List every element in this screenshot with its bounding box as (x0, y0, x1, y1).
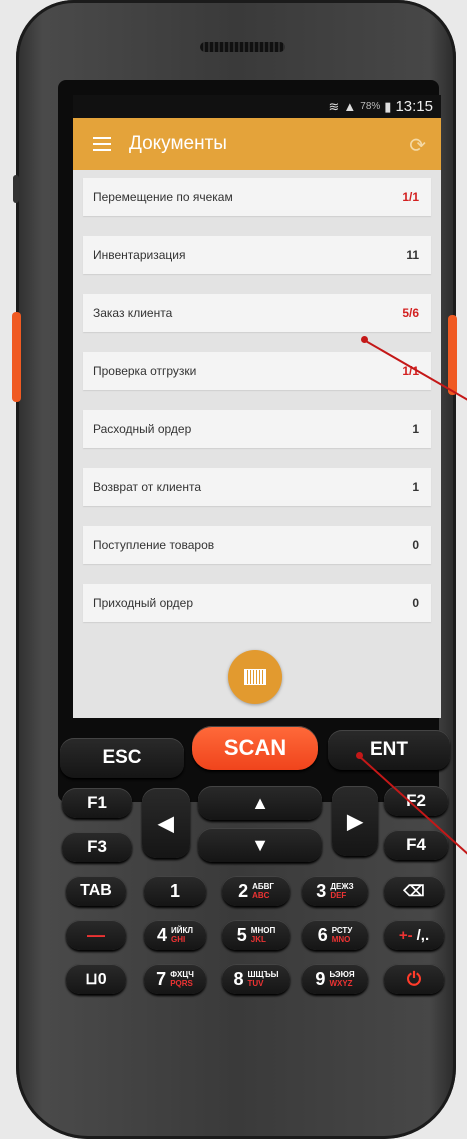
side-button-left-top[interactable] (13, 175, 19, 203)
list-item[interactable]: Возврат от клиента 1 (83, 468, 431, 506)
document-count: 11 (406, 248, 419, 262)
list-item[interactable]: Приходный ордер 0 (83, 584, 431, 622)
list-item[interactable]: Поступление товаров 0 (83, 526, 431, 564)
key-2[interactable]: 2 АБВГ ABC (222, 876, 290, 906)
document-count: 0 (412, 538, 419, 552)
key-6-cyrillic: РСТУ (331, 926, 353, 935)
document-label: Поступление товаров (93, 538, 215, 552)
punct-label: /,. (416, 926, 430, 944)
document-label: Возврат от клиента (93, 480, 201, 494)
key-2-latin: ABC (252, 891, 270, 900)
document-count: 0 (412, 596, 419, 610)
document-count: 1 (412, 480, 419, 494)
key-7[interactable]: 7 ФХЦЧ PQRS (144, 964, 206, 994)
key-4-latin: GHI (171, 935, 186, 944)
ent-key[interactable]: ENT (328, 730, 450, 770)
document-count: 1 (412, 422, 419, 436)
plusminus-label: +- (398, 926, 413, 944)
barcode-icon (244, 669, 266, 685)
document-label: Перемещение по ячекам (93, 190, 233, 204)
key-8[interactable]: 8 ШЩЪЫ TUV (222, 964, 290, 994)
esc-key[interactable]: ESC (60, 738, 184, 778)
document-label: Заказ клиента (93, 306, 173, 320)
right-arrow-key[interactable]: ▶ (332, 786, 378, 856)
up-arrow-key[interactable]: ▲ (198, 786, 322, 820)
key-5[interactable]: 5 МНОП JKL (222, 920, 290, 950)
page-title: Документы (129, 133, 227, 154)
key-5-cyrillic: МНОП (250, 926, 276, 935)
key-7-cyrillic: ФХЦЧ (170, 970, 194, 979)
clock: 13:15 (395, 98, 433, 115)
f3-key[interactable]: F3 (62, 832, 132, 862)
key-2-cyrillic: АБВГ (252, 882, 274, 891)
key-9-digit: 9 (315, 968, 326, 989)
scan-key[interactable]: SCAN (192, 726, 318, 770)
battery-icon: ▮ (384, 98, 392, 114)
f1-key[interactable]: F1 (62, 788, 132, 818)
power-key[interactable]: ⏻ (384, 964, 444, 994)
document-count: 1/1 (402, 190, 419, 204)
key-6-digit: 6 (317, 924, 328, 945)
list-item[interactable]: Заказ клиента 5/6 (83, 294, 431, 332)
document-label: Приходный ордер (93, 596, 193, 610)
key-0[interactable]: ⊔0 (66, 964, 126, 994)
key-6[interactable]: 6 РСТУ MNO (302, 920, 368, 950)
side-button-left-orange[interactable] (12, 312, 21, 402)
list-item[interactable]: Перемещение по ячекам 1/1 (83, 178, 431, 216)
key-3-digit: 3 (316, 880, 327, 901)
minus-key[interactable]: — (66, 920, 126, 950)
document-list: Перемещение по ячекам 1/1 Инвентаризация 1… (73, 170, 441, 622)
document-label: Проверка отгрузки (93, 364, 197, 378)
key-8-cyrillic: ШЩЪЫ (247, 970, 279, 979)
document-label: Расходный ордер (93, 422, 192, 436)
key-9-cyrillic: ЬЭЮЯ (329, 970, 355, 979)
left-arrow-key[interactable]: ◀ (142, 788, 190, 858)
down-arrow-key[interactable]: ▼ (198, 828, 322, 862)
key-4-cyrillic: ИЙКЛ (171, 926, 193, 935)
key-7-latin: PQRS (170, 979, 193, 988)
wifi-icon: ≋ (328, 98, 340, 114)
app-bar: Документы ⟳ (73, 118, 441, 170)
list-item[interactable]: Инвентаризация 11 (83, 236, 431, 274)
menu-icon[interactable] (93, 137, 111, 151)
sync-icon[interactable]: ⟳ (409, 133, 426, 158)
f4-key[interactable]: F4 (384, 830, 448, 860)
key-5-latin: JKL (250, 935, 266, 944)
key-9[interactable]: 9 ЬЭЮЯ WXYZ (302, 964, 368, 994)
battery-percent: 78% (360, 101, 381, 112)
key-6-latin: MNO (331, 935, 351, 944)
key-2-digit: 2 (238, 880, 249, 901)
list-item[interactable]: Проверка отгрузки 1/1 (83, 352, 431, 390)
earpiece-speaker (200, 42, 285, 52)
key-3-latin: DEF (330, 891, 347, 900)
screen: ≋ ▲ 78% ▮ 13:15 Документы ⟳ Перемещение … (73, 95, 441, 718)
key-1[interactable]: 1 (144, 876, 206, 906)
status-bar: ≋ ▲ 78% ▮ 13:15 (73, 95, 441, 118)
key-4[interactable]: 4 ИЙКЛ GHI (144, 920, 206, 950)
key-7-digit: 7 (156, 968, 167, 989)
key-5-digit: 5 (236, 924, 247, 945)
key-8-digit: 8 (233, 968, 244, 989)
document-label: Инвентаризация (93, 248, 186, 262)
key-3[interactable]: 3 ДЕЖЗ DEF (302, 876, 368, 906)
backspace-key[interactable]: ⌫ (384, 876, 444, 906)
list-item[interactable]: Расходный ордер 1 (83, 410, 431, 448)
side-button-right-orange[interactable] (448, 315, 457, 395)
document-count: 5/6 (402, 306, 419, 320)
f2-key[interactable]: F2 (384, 786, 448, 816)
key-9-latin: WXYZ (329, 979, 353, 988)
tab-key[interactable]: TAB (66, 876, 126, 906)
key-3-cyrillic: ДЕЖЗ (330, 882, 354, 891)
signal-icon: ▲ (343, 99, 357, 114)
plusminus-punct-key[interactable]: +-/,. (384, 920, 444, 950)
key-8-latin: TUV (247, 979, 264, 988)
key-4-digit: 4 (156, 924, 167, 945)
scan-barcode-button[interactable] (228, 650, 282, 704)
